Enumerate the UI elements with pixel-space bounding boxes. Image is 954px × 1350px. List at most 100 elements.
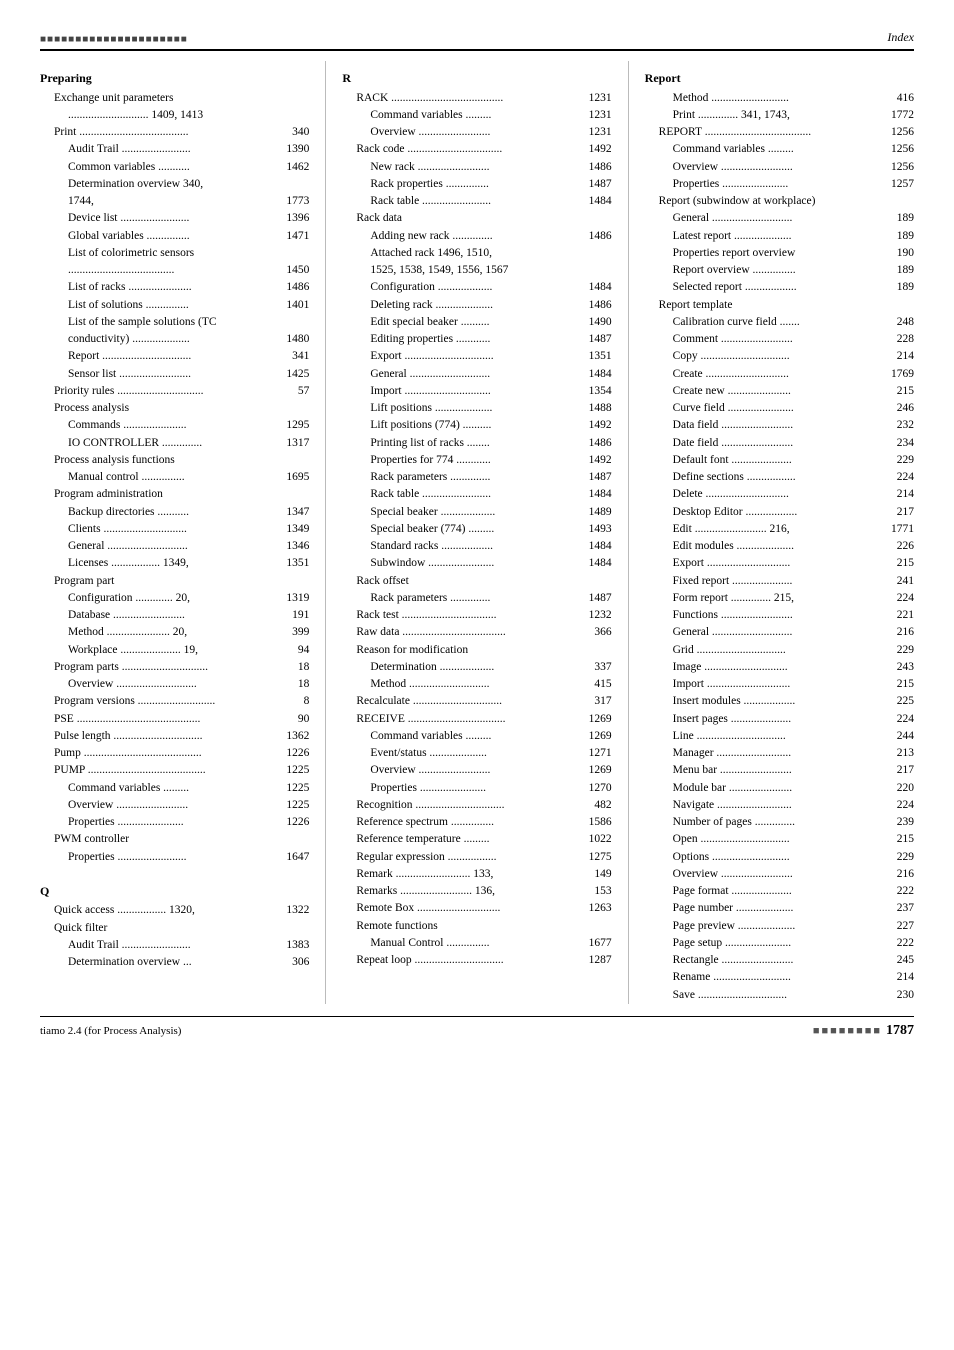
index-entry: Copy ...............................214 (645, 348, 914, 365)
index-entry: Determination overview 340, (40, 176, 309, 193)
entry-label: Report (subwindow at workplace) (659, 193, 914, 210)
index-entry: Quick filter (40, 920, 309, 937)
entry-number: 189 (894, 210, 914, 227)
entry-number: 1270 (586, 780, 612, 797)
index-entry: Manager ..........................213 (645, 745, 914, 762)
entry-label: Properties ....................... (370, 780, 585, 797)
entry-label: Create ............................. (673, 366, 888, 383)
entry-label: List of racks ...................... (68, 279, 283, 296)
entry-label: Overview ......................... (673, 159, 888, 176)
entry-label: Standard racks .................. (370, 538, 585, 555)
index-entry: Method ...................... 20,399 (40, 624, 309, 641)
index-entry: Properties .......................1257 (645, 176, 914, 193)
entry-number: 224 (894, 711, 914, 728)
index-entry: Configuration ...................1484 (342, 279, 611, 296)
entry-number: 1450 (283, 262, 309, 279)
entry-label: Recalculate ............................… (356, 693, 591, 710)
index-entry: Clients .............................134… (40, 521, 309, 538)
entry-label: Deleting rack .................... (370, 297, 585, 314)
entry-label: Device list ........................ (68, 210, 283, 227)
entry-label: Exchange unit parameters (54, 90, 309, 107)
entry-label: Report ............................... (68, 348, 289, 365)
entry-label: IO CONTROLLER .............. (68, 435, 283, 452)
entry-label: Rack properties ............... (370, 176, 585, 193)
entry-number: 1773 (283, 193, 309, 210)
entry-number: 234 (894, 435, 914, 452)
index-entry: Audit Trail ........................1383 (40, 937, 309, 954)
index-entry: Remote functions (342, 918, 611, 935)
entry-label: PSE ....................................… (54, 711, 295, 728)
index-entry: Page setup .......................222 (645, 935, 914, 952)
index-entry: Configuration ............. 20,1319 (40, 590, 309, 607)
index-entry: Page number ....................237 (645, 900, 914, 917)
index-entry: Import ..............................135… (342, 383, 611, 400)
entry-label: Quick access ................. 1320, (54, 902, 283, 919)
index-entry: Properties for 774 ............1492 (342, 452, 611, 469)
entry-number: 1480 (283, 331, 309, 348)
index-entry: Functions .........................221 (645, 607, 914, 624)
entry-number: 229 (894, 452, 914, 469)
entry-number: 237 (894, 900, 914, 917)
entry-number: 337 (591, 659, 611, 676)
entry-label: Priority rules .........................… (54, 383, 295, 400)
entry-number: 217 (894, 762, 914, 779)
entry-label: Page preview .................... (673, 918, 894, 935)
entry-number: 1486 (586, 228, 612, 245)
index-entry: Edit ......................... 216,1771 (645, 521, 914, 538)
index-entry: Special beaker ...................1489 (342, 504, 611, 521)
index-entry: Open ...............................215 (645, 831, 914, 848)
index-entry: Program administration (40, 486, 309, 503)
entry-number: 243 (894, 659, 914, 676)
entry-number: 248 (894, 314, 914, 331)
entry-label: RECEIVE ................................… (356, 711, 585, 728)
index-entry: Rack test ..............................… (342, 607, 611, 624)
index-entry: Recalculate ............................… (342, 693, 611, 710)
index-entry: Report template (645, 297, 914, 314)
entry-number: 229 (894, 849, 914, 866)
entry-label: Print ..................................… (54, 124, 289, 141)
index-entry: Backup directories ...........1347 (40, 504, 309, 521)
entry-label: PWM controller (54, 831, 309, 848)
index-entry: Report ...............................34… (40, 348, 309, 365)
entry-number: 1390 (283, 141, 309, 158)
entry-number: 215 (894, 555, 914, 572)
entry-number: 1349 (283, 521, 309, 538)
entry-label: Save ............................... (673, 987, 894, 1004)
entry-number: 215 (894, 831, 914, 848)
index-entry: Latest report ....................189 (645, 228, 914, 245)
entry-number: 1256 (888, 159, 914, 176)
entry-label: Manual control ............... (68, 469, 283, 486)
entry-number: 1488 (586, 400, 612, 417)
entry-label: Determination overview 340, (68, 176, 309, 193)
index-entry: Export .............................215 (645, 555, 914, 572)
entry-label: Rack parameters .............. (370, 469, 585, 486)
entry-label: List of solutions ............... (68, 297, 283, 314)
index-entry: List of the sample solutions (TC (40, 314, 309, 331)
entry-number: 1362 (283, 728, 309, 745)
index-entry: Rack table ........................1484 (342, 193, 611, 210)
entry-number: 1347 (283, 504, 309, 521)
index-entry: PUMP ...................................… (40, 762, 309, 779)
entry-label: Module bar ...................... (673, 780, 894, 797)
entry-label: Method ............................ (370, 676, 591, 693)
entry-label: Clients ............................. (68, 521, 283, 538)
index-entry: List of solutions ...............1401 (40, 297, 309, 314)
entry-label: Insert pages ..................... (673, 711, 894, 728)
entry-number: 1295 (283, 417, 309, 434)
entry-number: 1487 (586, 331, 612, 348)
page: ■■■■■■■■■■■■■■■■■■■■■ Index PreparingExc… (0, 0, 954, 1350)
entry-number: 232 (894, 417, 914, 434)
entry-number: 18 (295, 676, 310, 693)
index-entry: Reason for modification (342, 642, 611, 659)
entry-number: 153 (591, 883, 611, 900)
entry-label: Command variables ......... (370, 107, 585, 124)
column-2: RRACK ..................................… (332, 61, 621, 1004)
entry-label: Printing list of racks ........ (370, 435, 585, 452)
entry-label: General ............................ (673, 210, 894, 227)
entry-number: 1275 (586, 849, 612, 866)
entry-number: 1486 (586, 435, 612, 452)
index-entry: Commands ......................1295 (40, 417, 309, 434)
index-entry: Insert modules ..................225 (645, 693, 914, 710)
entry-number: 245 (894, 952, 914, 969)
index-entry: Print .............. 341, 1743,1772 (645, 107, 914, 124)
